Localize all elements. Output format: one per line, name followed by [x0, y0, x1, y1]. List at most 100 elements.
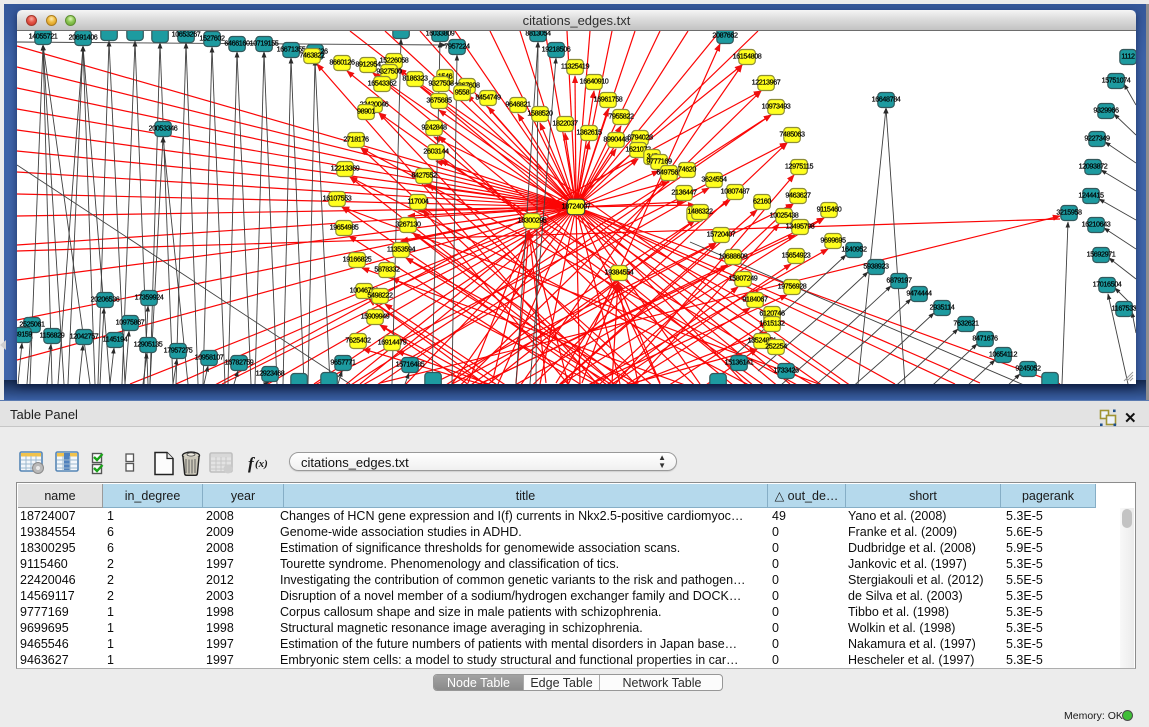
svg-text:3675685: 3675685: [426, 96, 452, 105]
svg-text:9327508: 9327508: [428, 79, 454, 88]
svg-text:12923468: 12923468: [256, 369, 285, 378]
svg-text:12905135: 12905135: [134, 340, 163, 349]
svg-text:1362615: 1362615: [576, 128, 602, 137]
svg-text:74620: 74620: [678, 165, 696, 174]
svg-text:17016504: 17016504: [1093, 280, 1122, 289]
svg-text:15716485: 15716485: [396, 360, 425, 369]
svg-text:9242848: 9242848: [421, 123, 447, 132]
svg-text:17359924: 17359924: [135, 293, 164, 302]
svg-text:15751074: 15751074: [1102, 76, 1131, 85]
svg-text:3624554: 3624554: [701, 175, 727, 184]
svg-text:18724007: 18724007: [562, 202, 591, 211]
svg-text:20691406: 20691406: [69, 33, 98, 42]
svg-text:10654112: 10654112: [989, 350, 1018, 359]
svg-text:1527602: 1527602: [199, 34, 225, 43]
svg-text:13495798: 13495798: [786, 222, 815, 231]
svg-text:1167533: 1167533: [1112, 304, 1136, 313]
svg-text:20206536: 20206536: [91, 295, 120, 304]
svg-text:6794028: 6794028: [627, 133, 653, 142]
svg-text:16210643: 16210643: [1082, 220, 1111, 229]
svg-text:9474444: 9474444: [906, 289, 932, 298]
svg-text:11353594: 11353594: [387, 245, 416, 254]
svg-text:9184067: 9184067: [742, 295, 768, 304]
svg-text:7955822: 7955822: [608, 112, 634, 121]
svg-text:9327500: 9327500: [376, 67, 402, 76]
svg-text:12093872: 12093872: [1079, 162, 1108, 171]
svg-text:(x): (x): [255, 458, 268, 470]
svg-text:1640952: 1640952: [841, 245, 867, 254]
svg-text:7625402: 7625402: [345, 336, 371, 345]
svg-text:15720407: 15720407: [707, 230, 736, 239]
svg-text:10973493: 10973493: [762, 102, 791, 111]
svg-text:7463822: 7463822: [299, 51, 325, 60]
svg-text:16648784: 16648784: [872, 95, 901, 104]
svg-text:1244415: 1244415: [1078, 191, 1104, 200]
svg-text:10688609: 10688609: [719, 252, 748, 261]
svg-text:15226058: 15226058: [380, 56, 409, 65]
svg-text:8990448: 8990448: [603, 135, 629, 144]
svg-text:19218506: 19218506: [542, 45, 571, 54]
svg-text:9245052: 9245052: [1015, 364, 1041, 373]
svg-text:8186323: 8186323: [402, 74, 428, 83]
svg-text:9115460: 9115460: [817, 205, 842, 214]
svg-text:39159: 39159: [17, 330, 32, 339]
svg-text:7957224: 7957224: [444, 42, 470, 51]
svg-text:16543362: 16543362: [368, 79, 397, 88]
svg-text:1615132: 1615132: [759, 319, 785, 328]
svg-text:15136141: 15136141: [725, 358, 754, 367]
svg-text:16154808: 16154808: [733, 52, 762, 61]
svg-text:5878332: 5878332: [374, 265, 400, 274]
svg-text:5498222: 5498222: [367, 291, 393, 300]
svg-text:19756928: 19756928: [778, 282, 807, 291]
svg-text:16961758: 16961758: [594, 95, 623, 104]
svg-text:9777169: 9777169: [646, 157, 672, 166]
svg-text:20053346: 20053346: [149, 124, 178, 133]
svg-text:16782759: 16782759: [225, 358, 254, 367]
svg-text:16640910: 16640910: [580, 77, 609, 86]
svg-text:19384554: 19384554: [605, 268, 634, 277]
svg-text:3267130: 3267130: [395, 220, 421, 229]
svg-text:2603144: 2603144: [423, 147, 449, 156]
svg-text:1145194: 1145194: [103, 335, 128, 344]
svg-text:1486322: 1486322: [687, 207, 713, 216]
svg-text:15807249: 15807249: [729, 274, 758, 283]
svg-text:6466160: 6466160: [224, 39, 250, 48]
svg-text:1588520: 1588520: [527, 109, 553, 118]
svg-text:6879197: 6879197: [886, 276, 912, 285]
svg-text:252254: 252254: [765, 342, 787, 351]
svg-text:9329966: 9329966: [1093, 106, 1119, 115]
svg-text:10025438: 10025438: [770, 211, 799, 220]
svg-text:16914479: 16914479: [378, 338, 407, 347]
svg-text:9558: 9558: [455, 88, 470, 97]
svg-text:1156829: 1156829: [40, 331, 65, 340]
svg-text:12213967: 12213967: [752, 78, 781, 87]
svg-text:18300295: 18300295: [518, 216, 547, 225]
svg-text:10958107: 10958107: [195, 353, 224, 362]
svg-text:14055721: 14055721: [29, 32, 58, 41]
svg-text:2718176: 2718176: [343, 135, 369, 144]
svg-text:8813054: 8813054: [525, 31, 551, 38]
svg-text:9657771: 9657771: [330, 358, 356, 367]
svg-text:9699695: 9699695: [820, 236, 846, 245]
svg-text:12042757: 12042757: [70, 332, 99, 341]
svg-text:10975867: 10975867: [116, 318, 145, 327]
svg-text:19654985: 19654985: [330, 223, 359, 232]
svg-text:7632621: 7632621: [953, 319, 979, 328]
svg-text:117004: 117004: [407, 197, 428, 206]
svg-text:2935114: 2935114: [930, 303, 955, 312]
svg-text:98901: 98901: [357, 107, 375, 116]
svg-text:8660126: 8660126: [329, 58, 355, 67]
svg-text:1112: 1112: [1121, 52, 1135, 61]
svg-text:8454749: 8454749: [475, 93, 501, 102]
svg-text:10807487: 10807487: [721, 187, 750, 196]
svg-text:15692971: 15692971: [1087, 250, 1116, 259]
svg-text:15654923: 15654923: [782, 251, 811, 260]
svg-text:9463627: 9463627: [785, 191, 811, 200]
svg-text:3215958: 3215958: [1056, 208, 1082, 217]
svg-text:9646821: 9646821: [505, 100, 531, 109]
svg-text:8471676: 8471676: [972, 334, 998, 343]
svg-text:2136447: 2136447: [671, 188, 697, 197]
svg-text:19166825: 19166825: [343, 255, 372, 264]
svg-text:8427552: 8427552: [411, 171, 437, 180]
svg-text:2087662: 2087662: [712, 31, 738, 40]
